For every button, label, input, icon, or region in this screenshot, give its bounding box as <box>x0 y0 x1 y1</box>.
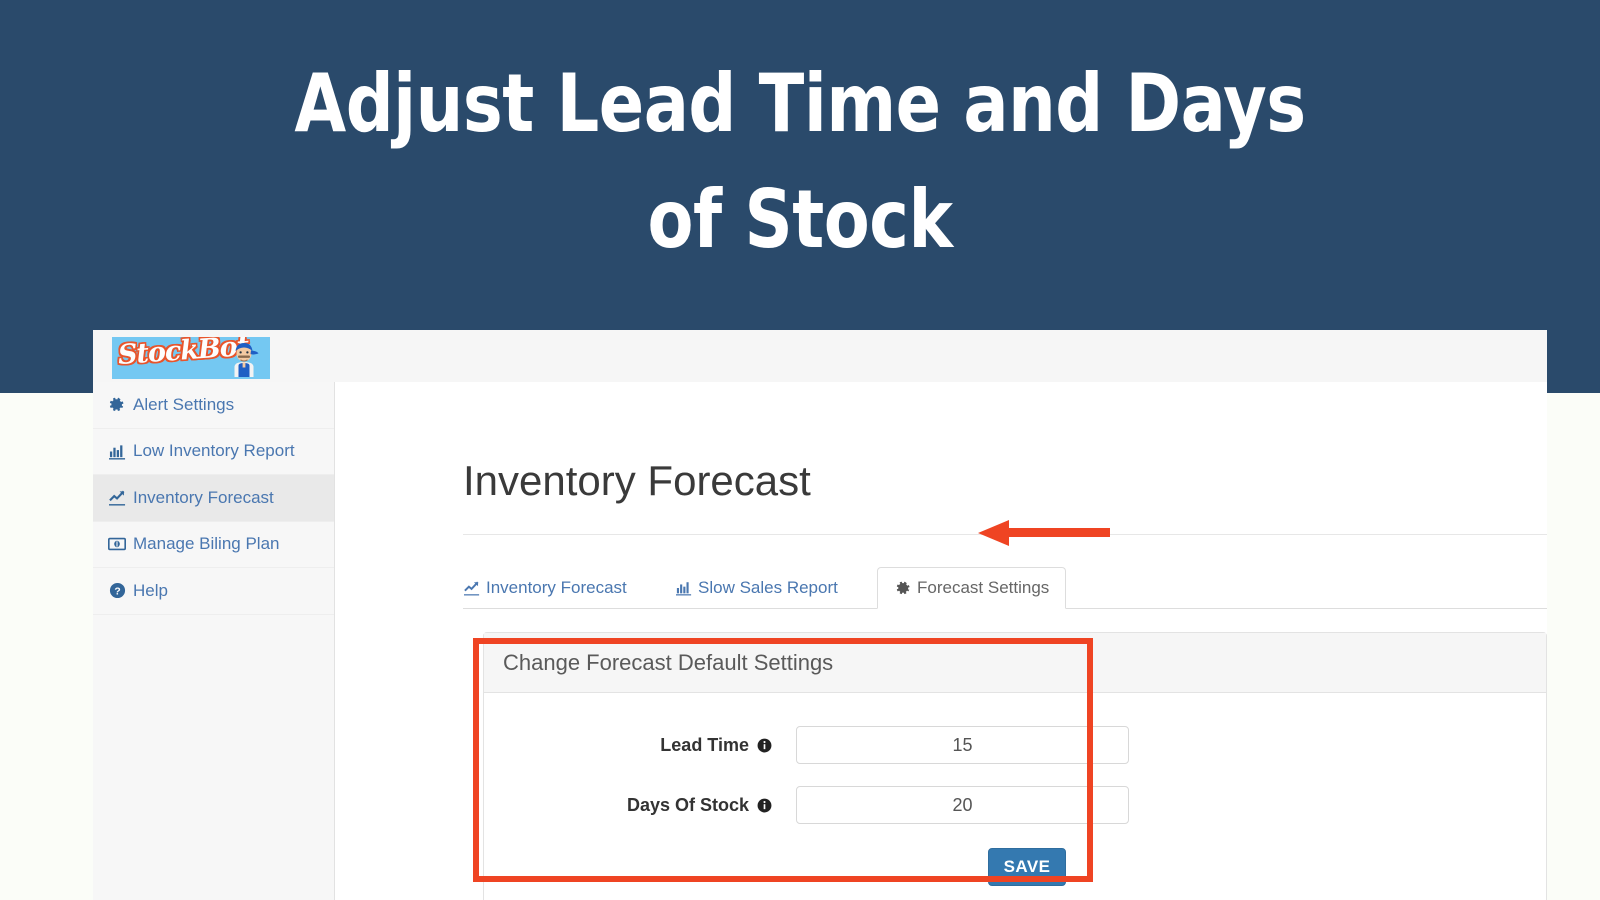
sidebar-item-manage-biling-plan[interactable]: Manage Biling Plan <box>93 522 334 568</box>
lead-time-row: Lead Time <box>600 726 1129 764</box>
lead-time-input[interactable] <box>796 726 1129 764</box>
sidebar-item-label: Inventory Forecast <box>133 487 274 507</box>
tab-label: Forecast Settings <box>917 578 1050 597</box>
hero-banner-title-line-1: Adjust Lead Time and Days <box>294 57 1306 150</box>
hero-banner-title-line-2: of Stock <box>647 173 953 266</box>
info-circle-icon[interactable] <box>756 737 772 753</box>
tab-label: Slow Sales Report <box>698 578 838 597</box>
money-bill-icon <box>107 534 127 554</box>
sidebar-item-label: Alert Settings <box>133 394 235 414</box>
question-circle-icon: ? <box>107 581 127 601</box>
mechanic-mascot-icon <box>234 343 259 377</box>
left-arrow-annotation <box>978 520 1110 546</box>
lead-time-label-text: Lead Time <box>660 734 749 755</box>
days-of-stock-input[interactable] <box>796 786 1129 824</box>
sidebar-item-inventory-forecast[interactable]: Inventory Forecast <box>93 475 334 522</box>
sidebar-navigation: Alert Settings Low Inventory Report Inve… <box>93 382 335 900</box>
bar-chart-icon <box>107 441 127 461</box>
days-of-stock-label: Days Of Stock <box>570 795 772 816</box>
gear-icon <box>107 395 127 415</box>
application-window: StockBot Alert Settings Low Inventory Re… <box>93 330 1547 900</box>
tab-bar: Inventory Forecast Slow Sales Report For… <box>463 567 1547 609</box>
days-of-stock-row: Days Of Stock <box>570 786 1129 824</box>
gear-icon <box>894 579 912 597</box>
info-circle-icon[interactable] <box>756 797 772 813</box>
sidebar-item-alert-settings[interactable]: Alert Settings <box>93 382 334 429</box>
forecast-settings-panel: Change Forecast Default Settings Lead Ti… <box>483 632 1547 900</box>
panel-header: Change Forecast Default Settings <box>484 633 1546 693</box>
tab-label: Inventory Forecast <box>486 578 627 597</box>
days-of-stock-label-text: Days Of Stock <box>626 794 749 815</box>
line-chart-icon <box>107 488 127 508</box>
panel-body: Lead Time Days Of Stock <box>484 693 1546 900</box>
sidebar-item-help[interactable]: ? Help <box>93 568 334 615</box>
tab-slow-sales-report[interactable]: Slow Sales Report <box>675 567 838 609</box>
main-content: Inventory Forecast Inventory Forecast Sl… <box>335 382 1547 900</box>
page-title: Inventory Forecast <box>463 457 811 504</box>
app-topbar: StockBot <box>93 330 1547 383</box>
sidebar-item-label: Manage Biling Plan <box>133 534 280 554</box>
lead-time-label: Lead Time <box>600 735 772 756</box>
line-chart-icon <box>463 579 481 597</box>
svg-text:?: ? <box>114 587 120 598</box>
stockbot-logo[interactable]: StockBot <box>112 337 270 379</box>
hero-banner-title: Adjust Lead Time and Days of Stock <box>56 46 1544 278</box>
bar-chart-icon <box>675 579 693 597</box>
sidebar-empty-space <box>93 614 334 900</box>
sidebar-item-low-inventory-report[interactable]: Low Inventory Report <box>93 429 334 475</box>
sidebar-item-label: Help <box>133 580 168 600</box>
tab-inventory-forecast[interactable]: Inventory Forecast <box>463 567 627 609</box>
sidebar-item-label: Low Inventory Report <box>133 441 295 461</box>
save-button[interactable]: SAVE <box>988 848 1066 886</box>
tab-forecast-settings[interactable]: Forecast Settings <box>877 567 1067 609</box>
